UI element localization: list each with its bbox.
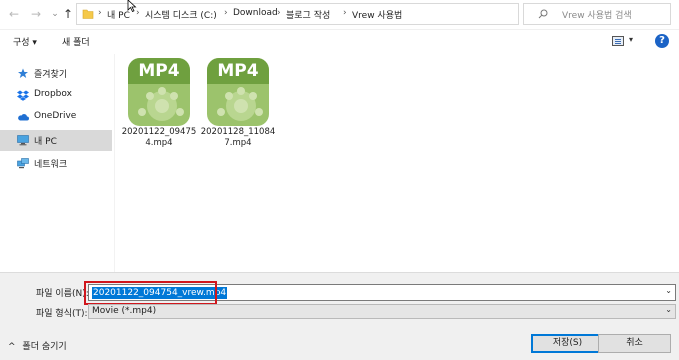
sidebar-item-label: Dropbox [34,89,72,99]
dropbox-icon [17,90,29,101]
filetype-label: 파일 형식(T): [36,309,88,319]
breadcrumb-item[interactable]: Download [233,8,278,18]
file-list: MP4 20201122_094754.mp4 MP4 20201128_110… [115,54,679,272]
hide-folders-label: 폴더 숨기기 [22,342,67,352]
file-item[interactable]: MP4 20201128_110847.mp4 [198,54,275,154]
sidebar-item-label: OneDrive [34,111,77,121]
sidebar-item-label: 네트워크 [34,160,68,170]
sidebar-item-this-pc[interactable]: 내 PC [0,130,112,151]
view-dropdown[interactable]: ▾ [629,35,633,44]
chevron-down-icon: ⌄ [665,305,672,314]
mp4-file-icon: MP4 [207,58,269,126]
chevron-down-icon: ⌄ [51,9,59,19]
address-bar-row: ← → ⌄ ↑ › 내 PC › 시스템 디스크 (C:) › Download… [0,0,679,30]
annotation-highlight-box [84,281,217,305]
chevron-up-icon: ^ [8,342,16,352]
chevron-right-icon: › [343,8,347,18]
file-type-label: MP4 [217,61,259,81]
search-box[interactable]: Vrew 사용법 검색 [523,3,671,25]
arrow-up-icon: ↑ [62,7,74,21]
star-icon [18,68,28,78]
save-panel: 파일 이름(N): 20201122_094754_vrew.mp4 ⌄ 파일 … [0,272,679,360]
forward-button[interactable]: → [28,6,44,22]
sidebar-item-favorites[interactable]: 즐겨찾기 [0,63,112,84]
folder-icon [82,9,94,19]
arrow-left-icon: ← [8,7,20,21]
filetype-value: Movie (*.mp4) [92,306,157,316]
back-button[interactable]: ← [6,6,22,22]
hide-folders-button[interactable]: ^ 폴더 숨기기 [8,339,67,352]
save-button[interactable]: 저장(S) [531,334,604,353]
arrow-right-icon: → [30,7,42,21]
mp4-file-icon: MP4 [128,58,190,126]
address-box[interactable]: › 내 PC › 시스템 디스크 (C:) › Download › 블로그 작… [76,3,586,25]
search-icon [538,9,548,19]
breadcrumb-item[interactable]: Vrew 사용법 [352,8,402,21]
chevron-right-icon: › [98,8,102,18]
chevron-right-icon: › [224,8,228,18]
toolbar: 구성 ▾ 새 폴더 ▾ ? [0,30,679,54]
network-icon [17,158,29,169]
filetype-select[interactable]: Movie (*.mp4) ⌄ [88,304,676,319]
breadcrumb-item[interactable]: 블로그 작성 [286,8,330,21]
search-input[interactable]: Vrew 사용법 검색 [562,8,632,21]
up-button[interactable]: ↑ [60,6,76,22]
breadcrumb-item[interactable]: 시스템 디스크 (C:) [145,8,217,21]
organize-button[interactable]: 구성 ▾ [13,35,37,48]
cancel-button[interactable]: 취소 [598,334,671,353]
sidebar-item-dropbox[interactable]: Dropbox [0,85,112,106]
sidebar-item-label: 즐겨찾기 [34,70,68,80]
new-folder-button[interactable]: 새 폴더 [62,35,90,48]
cloud-icon [18,114,29,121]
filename-label: 파일 이름(N): [36,289,89,299]
file-name: 20201122_094754.mp4 [121,127,197,148]
mouse-cursor-icon [127,0,137,12]
navigation-pane: 즐겨찾기 Dropbox OneDrive 내 PC 네트워크 [0,54,114,272]
computer-icon [17,135,29,146]
sidebar-item-label: 내 PC [34,137,57,147]
chevron-right-icon: › [277,8,281,18]
help-icon[interactable]: ? [655,34,669,48]
chevron-down-icon[interactable]: ⌄ [665,286,672,295]
sidebar-item-network[interactable]: 네트워크 [0,153,112,174]
file-type-label: MP4 [138,61,180,81]
sidebar-item-onedrive[interactable]: OneDrive [0,107,112,128]
view-options-icon[interactable] [612,36,624,46]
file-name: 20201128_110847.mp4 [200,127,276,148]
file-item[interactable]: MP4 20201122_094754.mp4 [119,54,196,154]
